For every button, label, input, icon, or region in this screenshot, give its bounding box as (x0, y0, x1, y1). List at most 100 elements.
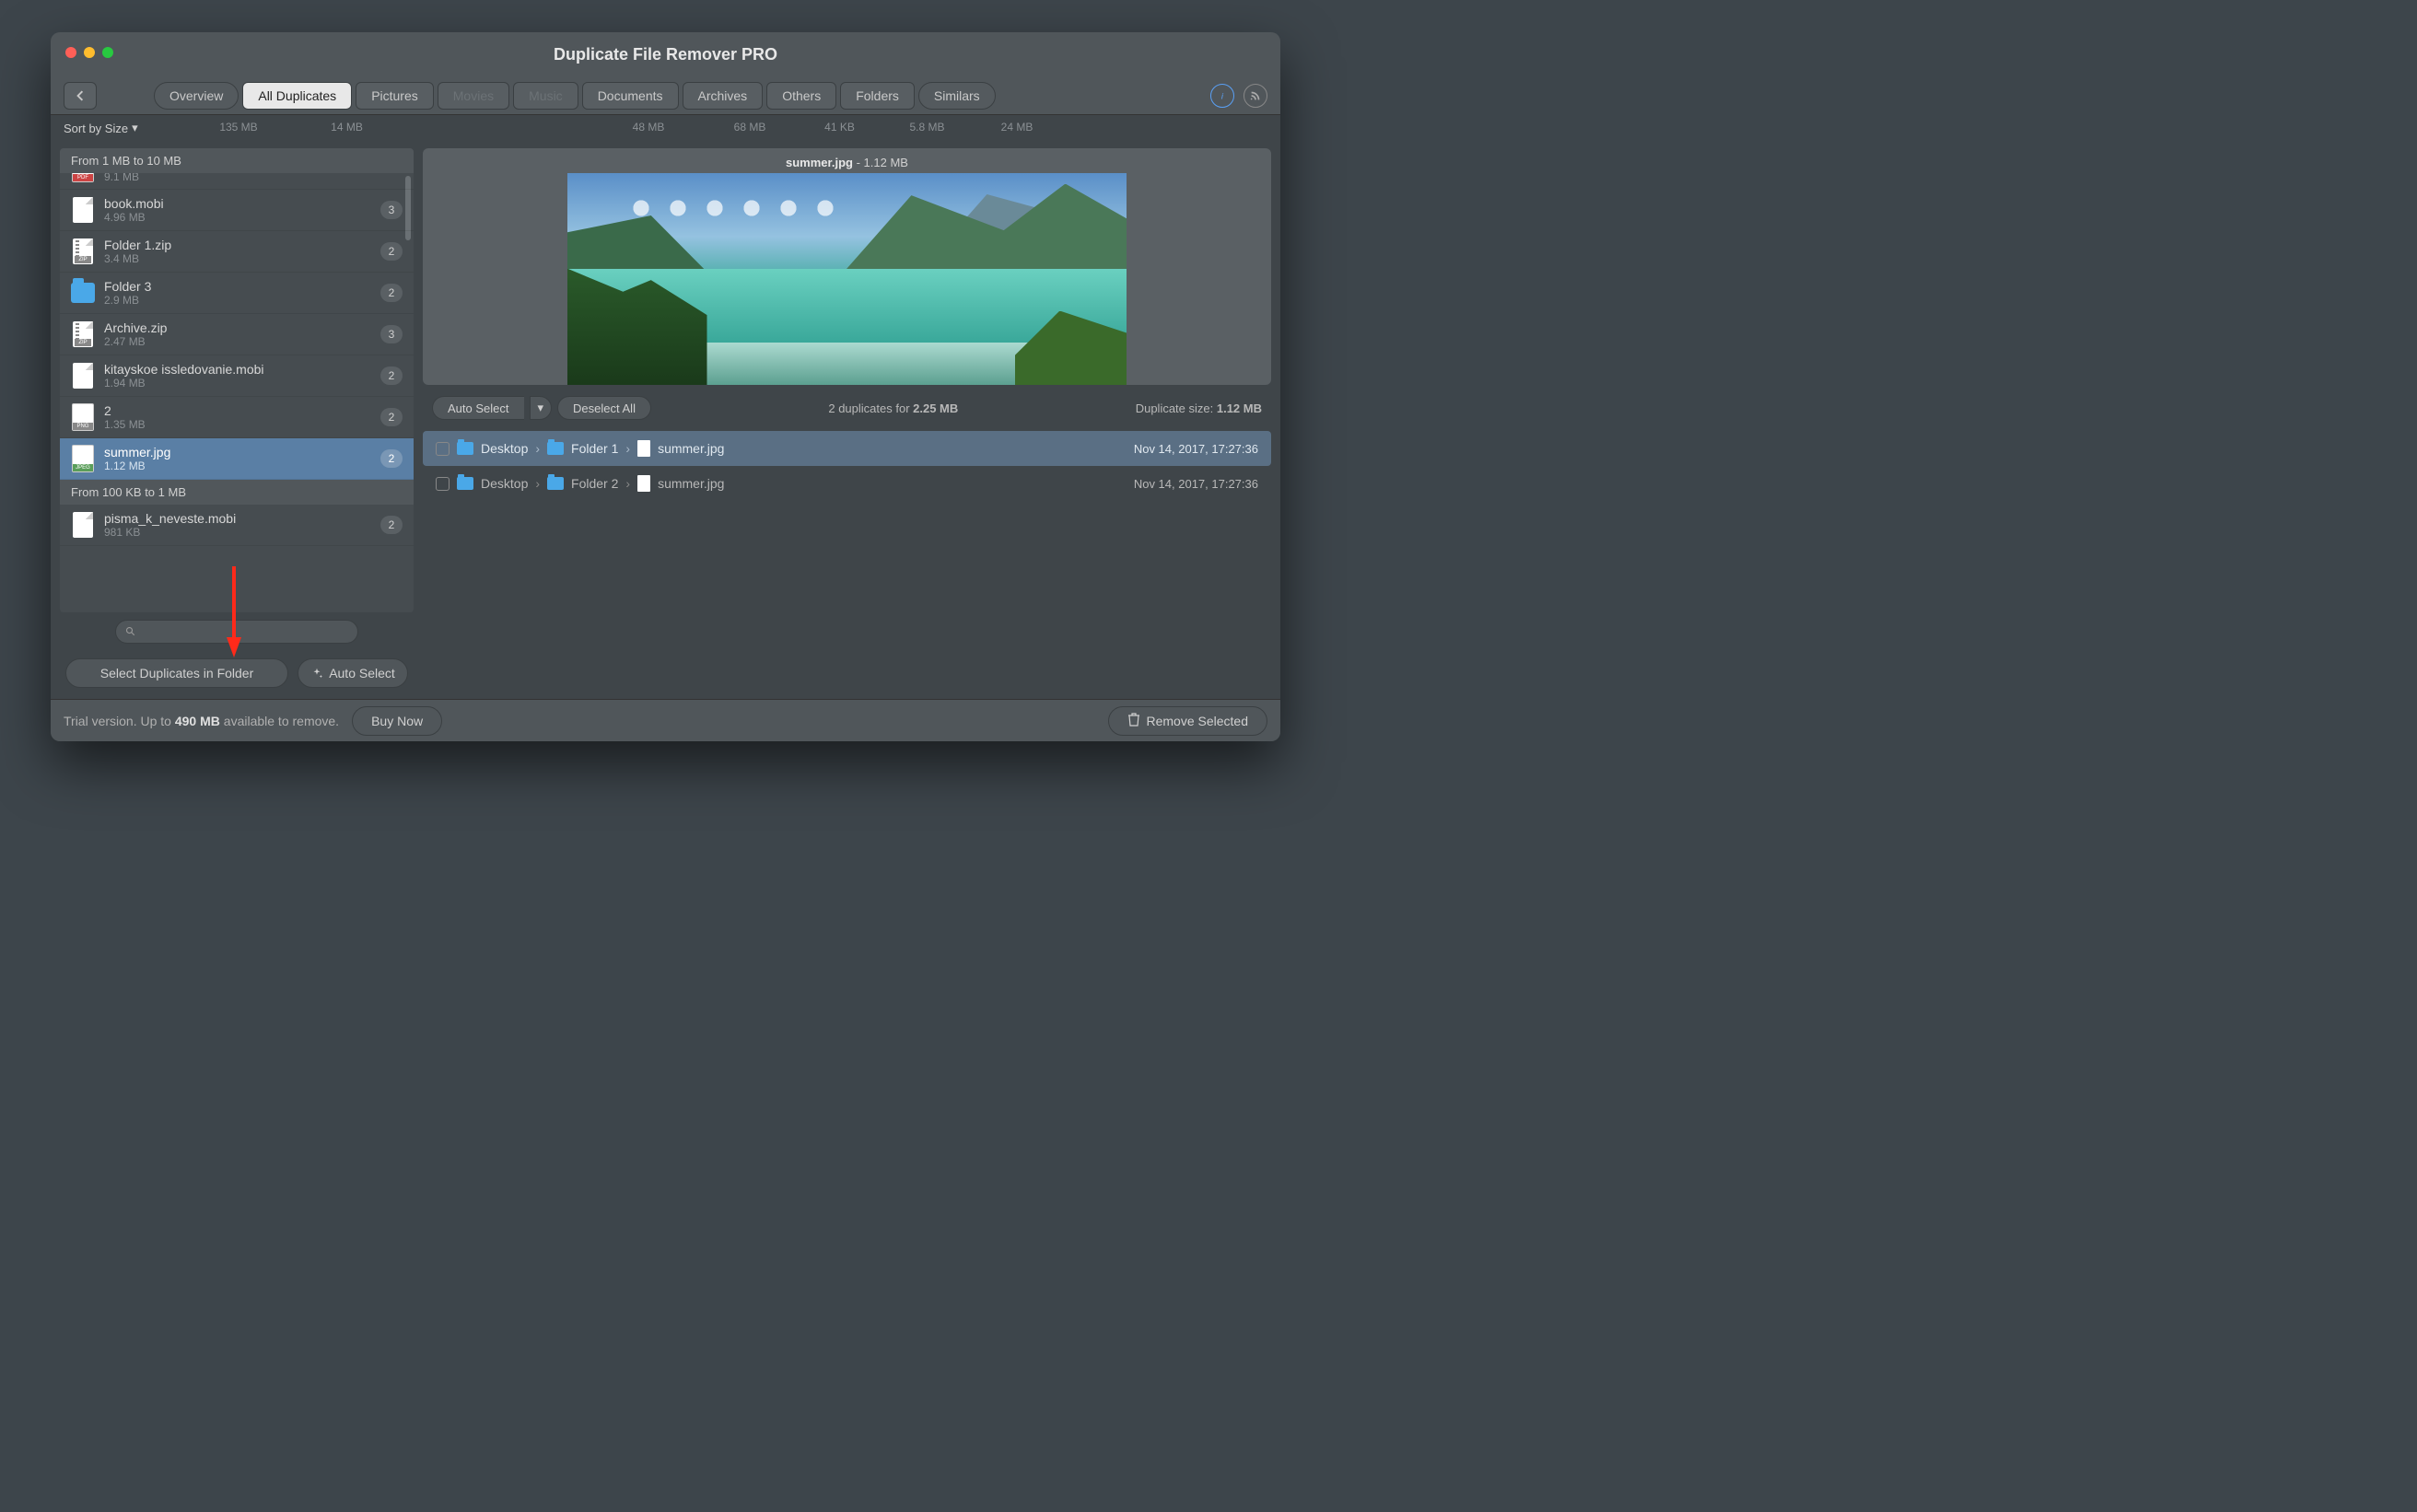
folder-icon (457, 477, 473, 490)
zoom-window-icon[interactable] (102, 47, 113, 58)
list-item[interactable]: book.mobi4.96 MB3 (60, 190, 414, 231)
duplicate-summary: 2 duplicates for 2.25 MB (657, 401, 1130, 415)
list-item[interactable]: kitayskoe issledovanie.mobi1.94 MB 2 (60, 355, 414, 397)
duplicate-count-badge: 2 (380, 449, 403, 468)
tab-size-label: 41 KB (796, 121, 883, 134)
footer: Trial version. Up to 490 MB available to… (51, 699, 1280, 741)
tab-all-duplicates[interactable]: All Duplicates (242, 82, 352, 110)
file-size: 4.96 MB (104, 211, 371, 224)
tab-archives[interactable]: Archives (683, 82, 764, 110)
preview-image (567, 173, 1127, 385)
list-item[interactable]: PNG21.35 MB2 (60, 397, 414, 438)
file-name: summer.jpg (104, 445, 371, 459)
info-icon[interactable]: i (1210, 84, 1234, 108)
search-input[interactable] (115, 620, 358, 644)
tab-sizes: 135 MB14 MB48 MB68 MB41 KB5.8 MB24 MB (183, 121, 1063, 134)
select-duplicates-in-folder-button[interactable]: Select Duplicates in Folder (65, 658, 288, 688)
duplicate-count-badge: 2 (380, 284, 403, 302)
file-name: kitayskoe issledovanie.mobi (104, 362, 371, 377)
list-section-header: From 1 MB to 10 MB (60, 148, 414, 173)
file-list[interactable]: From 1 MB to 10 MBPDF9.1 MBbook.mobi4.96… (60, 148, 414, 612)
window-title: Duplicate File Remover PRO (51, 45, 1280, 64)
file-icon (637, 475, 650, 492)
checkbox[interactable] (436, 442, 450, 456)
trash-icon (1127, 712, 1140, 729)
list-item[interactable]: PDF9.1 MB (60, 173, 414, 190)
auto-select-label: Auto Select (329, 666, 395, 680)
remove-selected-label: Remove Selected (1146, 714, 1248, 728)
duplicate-count-badge: 2 (380, 366, 403, 385)
list-item[interactable]: ZIPFolder 1.zip3.4 MB2 (60, 231, 414, 273)
file-size: 1.94 MB (104, 377, 371, 390)
tab-pictures[interactable]: Pictures (356, 82, 434, 110)
duplicate-path-row[interactable]: Desktop›Folder 2›summer.jpgNov 14, 2017,… (423, 466, 1271, 501)
titlebar: Duplicate File Remover PRO (51, 32, 1280, 76)
tab-documents[interactable]: Documents (582, 82, 679, 110)
file-name: 2 (104, 403, 371, 418)
tab-similars[interactable]: Similars (918, 82, 996, 110)
file-size: 2.47 MB (104, 335, 371, 348)
sparkle-icon (310, 667, 323, 680)
duplicate-count-badge: 3 (380, 201, 403, 219)
folder-icon (457, 442, 473, 455)
file-name: Folder 3 (104, 279, 371, 294)
tab-movies[interactable]: Movies (438, 82, 509, 110)
preview-title: summer.jpg - 1.12 MB (423, 152, 1271, 173)
tab-size-label: 5.8 MB (883, 121, 971, 134)
jpeg-icon: JPEG (71, 444, 95, 473)
doc-icon (71, 361, 95, 390)
duplicate-count-badge: 2 (380, 242, 403, 261)
file-name: Folder 1.zip (104, 238, 371, 252)
auto-select-button[interactable]: Auto Select (298, 658, 408, 688)
size-bar: Sort by Size▾ 135 MB14 MB48 MB68 MB41 KB… (51, 115, 1280, 148)
list-item[interactable]: pisma_k_neveste.mobi981 KB2 (60, 505, 414, 546)
checkbox[interactable] (436, 477, 450, 491)
tab-size-label: 48 MB (593, 121, 704, 134)
app-window: Duplicate File Remover PRO Overview All … (51, 32, 1280, 741)
doc-icon (71, 510, 95, 540)
minimize-window-icon[interactable] (84, 47, 95, 58)
file-icon (637, 440, 650, 457)
toolbar: Overview All Duplicates Pictures Movies … (51, 76, 1280, 115)
path-segment: summer.jpg (658, 476, 724, 491)
list-item[interactable]: Folder 32.9 MB 2 (60, 273, 414, 314)
folder-icon (547, 477, 564, 490)
duplicate-count-badge: 2 (380, 516, 403, 534)
auto-select-dropdown[interactable]: Auto Select (432, 396, 524, 420)
file-size: 1.12 MB (104, 459, 371, 472)
tab-folders[interactable]: Folders (840, 82, 915, 110)
duplicate-path-row[interactable]: Desktop›Folder 1›summer.jpgNov 14, 2017,… (423, 431, 1271, 466)
tab-others[interactable]: Others (766, 82, 836, 110)
path-segment: summer.jpg (658, 441, 724, 456)
file-size: 2.9 MB (104, 294, 371, 307)
sort-dropdown[interactable]: Sort by Size▾ (64, 121, 138, 135)
close-window-icon[interactable] (65, 47, 76, 58)
path-segment: Folder 2 (571, 476, 618, 491)
duplicate-count-badge: 3 (380, 325, 403, 343)
sidebar: From 1 MB to 10 MBPDF9.1 MBbook.mobi4.96… (60, 148, 414, 690)
duplicate-size: Duplicate size: 1.12 MB (1136, 401, 1262, 415)
deselect-all-button[interactable]: Deselect All (557, 396, 651, 420)
auto-select-caret[interactable]: ▾ (530, 396, 553, 420)
trial-text: Trial version. Up to 490 MB available to… (64, 714, 339, 728)
tab-size-label (400, 121, 496, 134)
tab-music[interactable]: Music (513, 82, 578, 110)
category-tabs: Overview All Duplicates Pictures Movies … (154, 82, 996, 110)
chevron-down-icon: ▾ (132, 121, 138, 135)
tab-size-label: 68 MB (704, 121, 796, 134)
rss-icon[interactable] (1244, 84, 1267, 108)
back-button[interactable] (64, 82, 97, 110)
list-item[interactable]: JPEG summer.jpg1.12 MB 2 (60, 438, 414, 480)
chevron-right-icon: › (535, 441, 540, 456)
chevron-right-icon: › (625, 476, 630, 491)
file-name: Archive.zip (104, 320, 371, 335)
buy-now-button[interactable]: Buy Now (352, 706, 442, 736)
remove-selected-button[interactable]: Remove Selected (1108, 706, 1267, 736)
tab-overview[interactable]: Overview (154, 82, 239, 110)
zip-icon: ZIP (71, 320, 95, 349)
duplicate-paths-list: Desktop›Folder 1›summer.jpgNov 14, 2017,… (423, 431, 1271, 501)
tab-size-label (496, 121, 593, 134)
list-item[interactable]: ZIP Archive.zip2.47 MB 3 (60, 314, 414, 355)
tab-size-label: 135 MB (183, 121, 294, 134)
search-icon (125, 626, 136, 637)
